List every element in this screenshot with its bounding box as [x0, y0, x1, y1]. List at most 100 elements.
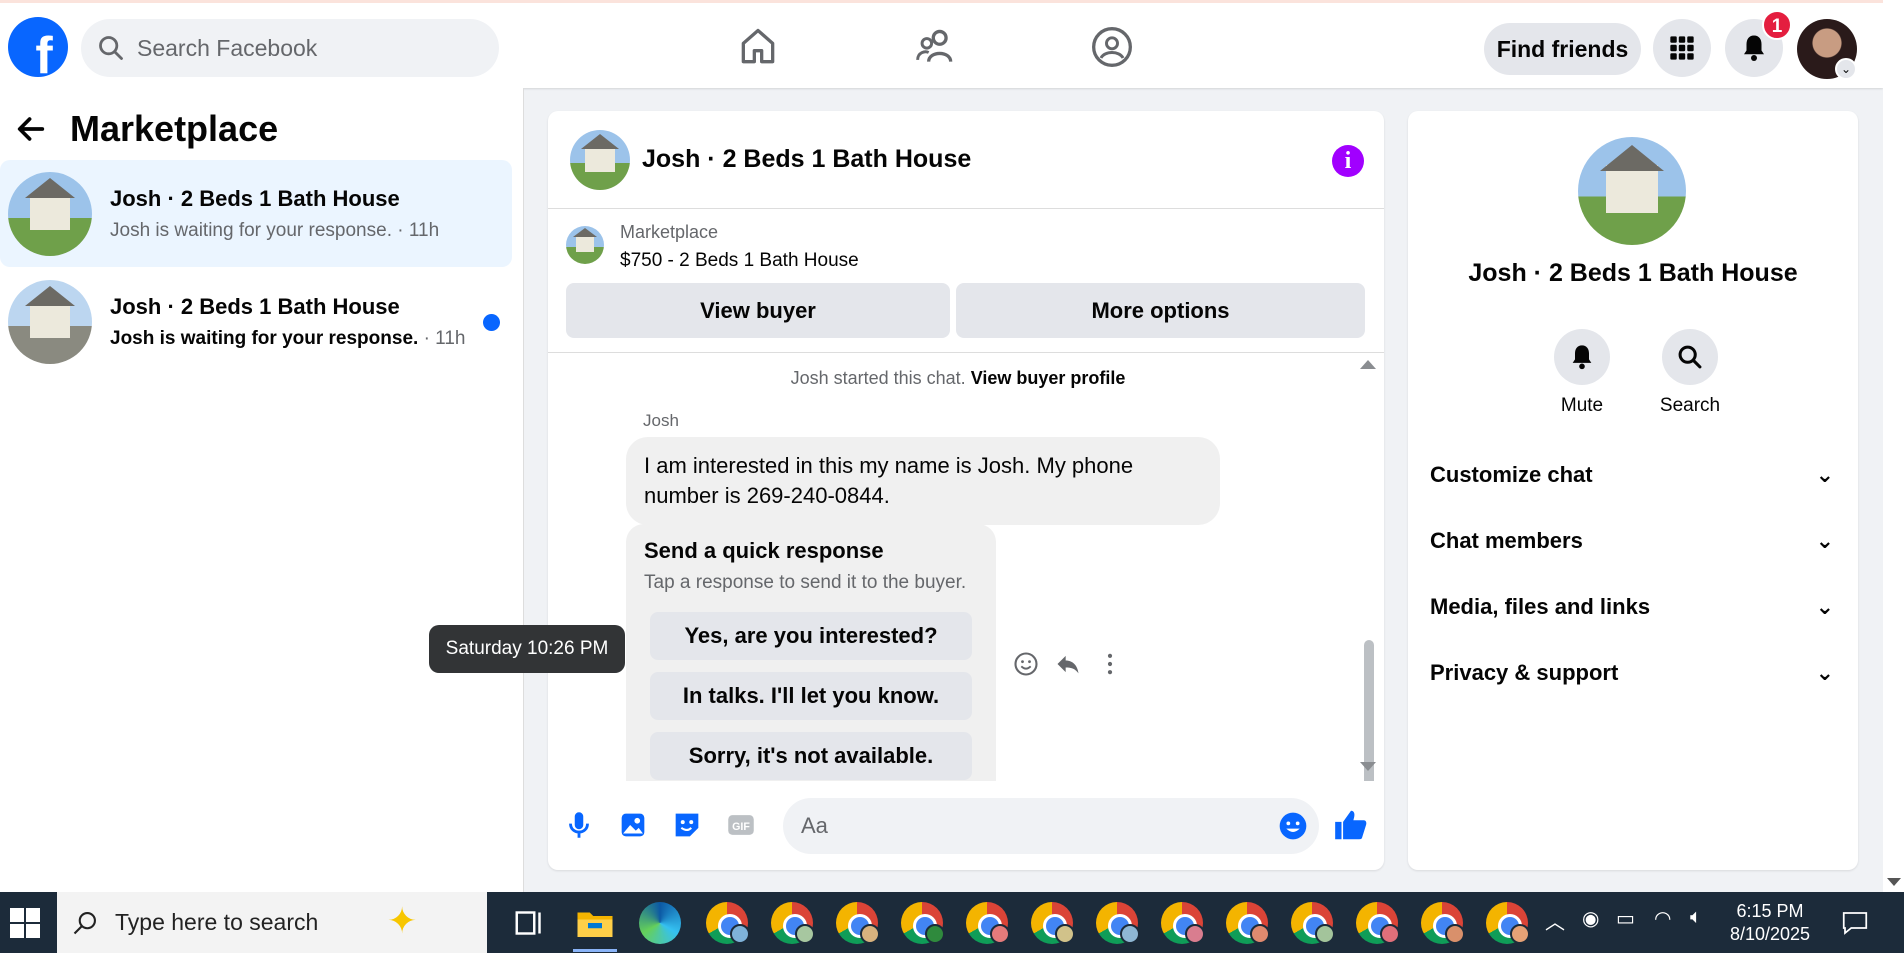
microphone-icon[interactable] — [562, 808, 596, 842]
top-navigation-bar: f Find friends 1 ⌄ — [0, 0, 1883, 88]
chrome-icon[interactable] — [1486, 902, 1530, 944]
facebook-logo[interactable]: f — [8, 17, 68, 77]
chevron-down-icon[interactable]: ⌄ — [1835, 58, 1857, 80]
bell-icon — [1572, 345, 1592, 370]
chrome-icon[interactable] — [1096, 902, 1140, 944]
quick-response-yes-button[interactable]: Yes, are you interested? — [650, 612, 972, 660]
active-app-indicator — [573, 949, 617, 952]
friends-icon[interactable] — [914, 25, 958, 69]
chrome-icon[interactable] — [706, 902, 750, 944]
menu-button[interactable] — [1653, 19, 1711, 77]
more-vertical-icon[interactable] — [1096, 650, 1124, 678]
quick-response-card: Send a quick response Tap a response to … — [626, 524, 996, 781]
chrome-icon[interactable] — [1161, 902, 1205, 944]
windows-start-icon[interactable] — [10, 908, 40, 938]
groups-icon[interactable] — [1090, 25, 1134, 69]
emoji-react-icon[interactable] — [1012, 650, 1040, 678]
like-icon[interactable] — [1332, 806, 1370, 844]
chrome-icon[interactable] — [1421, 902, 1465, 944]
taskbar-search-input[interactable] — [115, 909, 355, 936]
search-input[interactable] — [137, 34, 477, 62]
emoji-icon[interactable] — [1277, 810, 1309, 842]
message-input-box[interactable] — [783, 798, 1319, 854]
message-list[interactable]: Josh started this chat. View buyer profi… — [548, 354, 1384, 781]
record-icon[interactable]: ◉ — [1582, 906, 1599, 931]
unread-dot — [483, 314, 500, 331]
scroll-up-icon[interactable] — [1360, 360, 1376, 369]
mute-action[interactable]: Mute — [1532, 329, 1632, 417]
listing-title[interactable]: $750 - 2 Beds 1 Bath House — [620, 250, 859, 272]
chrome-icon[interactable] — [1226, 902, 1270, 944]
chrome-icon[interactable] — [1031, 902, 1075, 944]
chevron-up-icon[interactable]: ︿ — [1545, 906, 1565, 935]
listing-thumbnail[interactable] — [566, 226, 604, 264]
customize-chat-section[interactable]: Customize chat ⌄ — [1430, 450, 1834, 500]
task-view-icon[interactable] — [508, 902, 550, 944]
quick-response-in-talks-button[interactable]: In talks. I'll let you know. — [650, 672, 972, 720]
window-scrollbar[interactable] — [1883, 0, 1904, 892]
find-friends-button[interactable]: Find friends — [1484, 23, 1641, 75]
search-icon — [73, 911, 96, 934]
message-bubble[interactable]: I am interested in this my name is Josh.… — [626, 437, 1220, 525]
chrome-icon[interactable] — [966, 902, 1010, 944]
sender-name: Josh — [643, 411, 679, 430]
search-box[interactable] — [81, 19, 499, 77]
info-icon[interactable]: i — [1332, 145, 1364, 177]
media-files-links-section[interactable]: Media, files and links ⌄ — [1430, 582, 1834, 632]
more-options-button[interactable]: More options — [956, 283, 1365, 338]
conversation-item[interactable]: Josh · 2 Beds 1 Bath House Josh is waiti… — [0, 160, 512, 267]
volume-icon[interactable]: 🔈︎ — [1690, 906, 1702, 929]
system-clock[interactable]: 6:15 PM 8/10/2025 — [1720, 900, 1820, 946]
message-composer: GIF — [548, 784, 1384, 870]
edge-icon[interactable] — [639, 902, 681, 944]
message-input[interactable] — [801, 813, 1241, 839]
battery-icon[interactable]: ▭ — [1616, 906, 1635, 931]
svg-text:GIF: GIF — [732, 821, 750, 833]
search-action[interactable]: Search — [1640, 329, 1740, 417]
chrome-icon[interactable] — [1291, 902, 1335, 944]
scroll-down-icon[interactable] — [1887, 878, 1901, 886]
details-avatar[interactable] — [1578, 137, 1686, 245]
chrome-icon[interactable] — [771, 902, 815, 944]
file-explorer-icon[interactable] — [574, 902, 616, 944]
photo-icon[interactable] — [616, 808, 650, 842]
listing-source: Marketplace — [620, 222, 719, 242]
clock-time: 6:15 PM — [1736, 901, 1804, 921]
grid-menu-icon — [1670, 36, 1694, 60]
wifi-icon[interactable]: ◠ — [1654, 906, 1671, 931]
chevron-down-icon: ⌄ — [1815, 528, 1834, 553]
chrome-icon[interactable] — [1356, 902, 1400, 944]
gif-icon[interactable]: GIF — [724, 808, 758, 842]
back-arrow-icon[interactable] — [14, 112, 48, 146]
conversation-name: Josh · 2 Beds 1 Bath House — [110, 185, 400, 211]
listing-thumbnail — [8, 171, 92, 256]
reply-icon[interactable] — [1054, 650, 1082, 678]
view-buyer-profile-link[interactable]: View buyer profile — [971, 368, 1126, 388]
details-title: Josh · 2 Beds 1 Bath House — [1468, 259, 1798, 287]
notification-center-icon[interactable] — [1840, 908, 1870, 938]
conversation-sidebar: Marketplace Josh · 2 Beds 1 Bath House J… — [0, 88, 524, 892]
search-icon — [1678, 345, 1702, 369]
privacy-support-section[interactable]: Privacy & support ⌄ — [1430, 648, 1834, 698]
conversation-name: Josh · 2 Beds 1 Bath House — [110, 293, 400, 319]
windows-taskbar: ✦ ︿ ◉ ▭ ◠ 🔈︎ 6:15 PM 8/10/2025 — [0, 892, 1904, 953]
scroll-down-icon[interactable] — [1360, 762, 1376, 771]
home-icon[interactable] — [736, 25, 780, 69]
chat-details-panel: Josh · 2 Beds 1 Bath House Mute Search C… — [1408, 111, 1858, 870]
conversation-item[interactable]: Josh · 2 Beds 1 Bath House Josh is waiti… — [0, 268, 512, 375]
scrollbar-thumb[interactable] — [1364, 640, 1374, 781]
listing-thumbnail — [8, 279, 92, 364]
chat-members-section[interactable]: Chat members ⌄ — [1430, 516, 1834, 566]
quick-response-not-available-button[interactable]: Sorry, it's not available. — [650, 732, 972, 780]
view-buyer-button[interactable]: View buyer — [566, 283, 950, 338]
search-icon — [99, 36, 123, 60]
chrome-icon[interactable] — [901, 902, 945, 944]
timestamp-tooltip: Saturday 10:26 PM — [429, 625, 625, 673]
taskbar-search[interactable]: ✦ — [57, 892, 487, 953]
chevron-down-icon: ⌄ — [1815, 660, 1834, 685]
chat-title[interactable]: Josh · 2 Beds 1 Bath House — [642, 145, 971, 174]
sticker-icon[interactable] — [670, 808, 704, 842]
chat-avatar[interactable] — [570, 129, 630, 190]
chrome-icon[interactable] — [836, 902, 880, 944]
mute-label: Mute — [1560, 395, 1604, 416]
